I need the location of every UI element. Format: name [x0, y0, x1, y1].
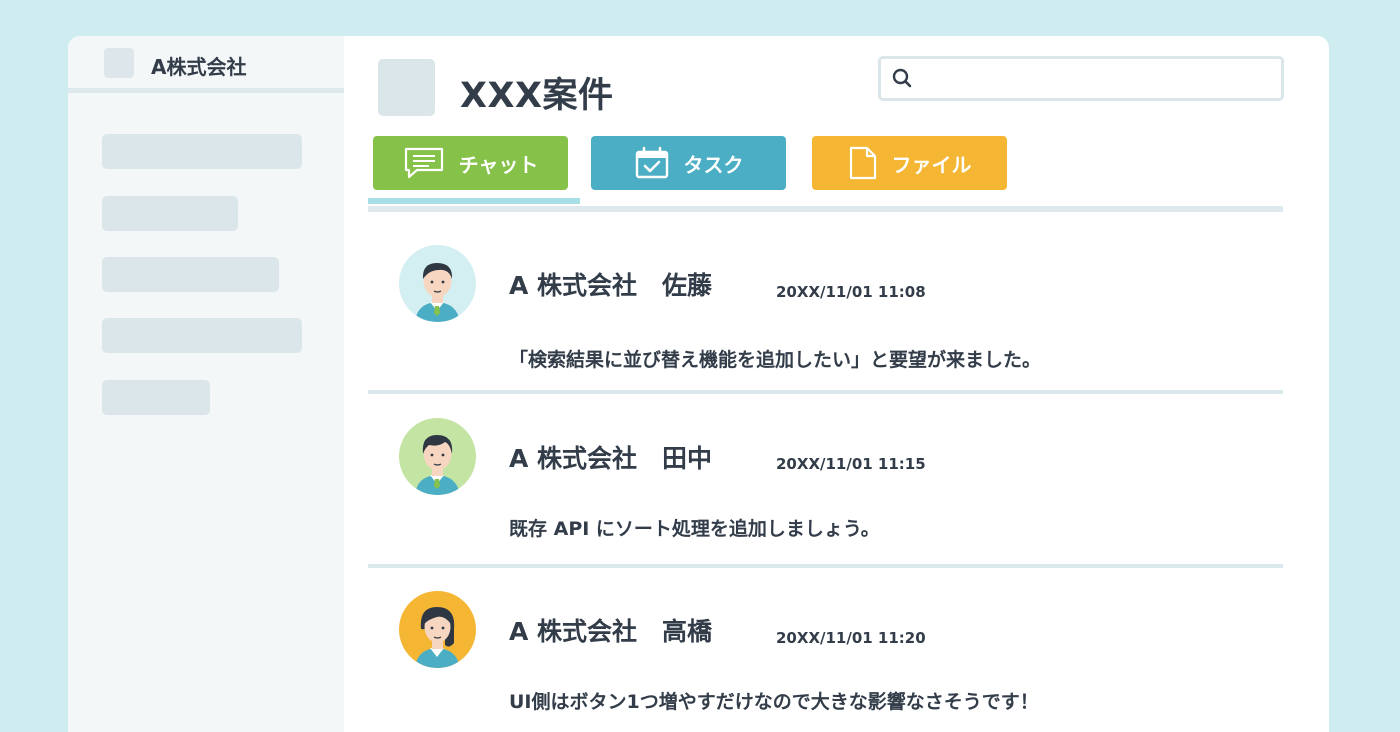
search-input[interactable] — [878, 56, 1284, 101]
message-timestamp: 20XX/11/01 11:20 — [776, 629, 926, 647]
app-window: A株式会社 XXX案件 チャット タスク ファイル A 株式会社 佐藤 20XX… — [68, 36, 1329, 732]
tab-task[interactable]: タスク — [591, 136, 786, 190]
message-author: A 株式会社 佐藤 — [509, 271, 713, 300]
active-tab-indicator — [368, 198, 580, 204]
avatar — [399, 591, 476, 668]
sidebar-item-placeholder[interactable] — [102, 380, 210, 415]
avatar — [399, 245, 476, 322]
message-text: 既存 API にソート処理を追加しましょう。 — [509, 518, 880, 540]
message-timestamp: 20XX/11/01 11:15 — [776, 455, 926, 473]
chat-message: A 株式会社 高橋 20XX/11/01 11:20 UI側はボタン1つ増やすだ… — [368, 589, 1283, 732]
org-logo-placeholder — [104, 48, 134, 78]
page-title: XXX案件 — [460, 76, 614, 116]
sidebar-item-placeholder[interactable] — [102, 134, 302, 169]
message-timestamp: 20XX/11/01 11:08 — [776, 283, 926, 301]
file-icon — [849, 146, 876, 180]
tab-bar-divider — [368, 206, 1283, 212]
tab-chat[interactable]: チャット — [373, 136, 568, 190]
calendar-check-icon — [635, 146, 668, 179]
message-text: UI側はボタン1つ増やすだけなので大きな影響なさそうです！ — [509, 691, 1039, 713]
sidebar-item-placeholder[interactable] — [102, 257, 279, 292]
tab-chat-label: チャット — [458, 152, 539, 177]
sidebar-item-placeholder[interactable] — [102, 196, 238, 231]
message-author: A 株式会社 高橋 — [509, 617, 713, 646]
tab-task-label: タスク — [683, 152, 744, 177]
chat-message: A 株式会社 佐藤 20XX/11/01 11:08 「検索結果に並び替え機能を… — [368, 242, 1283, 392]
chat-message: A 株式会社 田中 20XX/11/01 11:15 既存 API にソート処理… — [368, 416, 1283, 566]
chat-icon — [404, 147, 443, 179]
message-author: A 株式会社 田中 — [509, 444, 713, 473]
sidebar-header: A株式会社 — [68, 36, 344, 93]
search-icon — [892, 68, 912, 88]
tab-file-label: ファイル — [891, 152, 972, 177]
message-divider — [368, 390, 1283, 394]
sidebar: A株式会社 — [68, 36, 344, 732]
message-divider — [368, 564, 1283, 568]
avatar — [399, 418, 476, 495]
message-text: 「検索結果に並び替え機能を追加したい」と要望が来ました。 — [509, 349, 1042, 371]
tab-file[interactable]: ファイル — [812, 136, 1007, 190]
project-icon-placeholder — [378, 59, 435, 116]
org-name: A株式会社 — [151, 55, 247, 79]
sidebar-item-placeholder[interactable] — [102, 318, 302, 353]
